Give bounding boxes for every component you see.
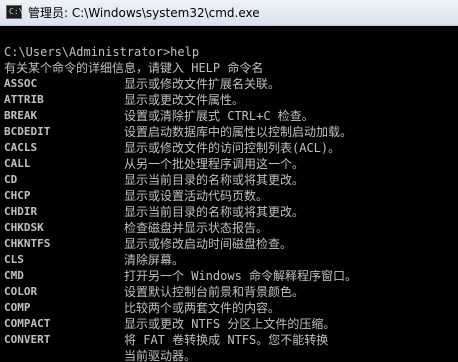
command-description: 显示或设置活动代码页数。 — [124, 189, 269, 203]
command-description: 打开另一个 Windows 命令解释程序窗口。 — [124, 269, 358, 283]
command-name: CD — [4, 173, 18, 186]
command-name: BCDEDIT — [4, 125, 51, 138]
command-name: ASSOC — [4, 77, 38, 90]
cmd-icon[interactable]: C:\ — [6, 5, 24, 19]
command-name: CHKDSK — [4, 221, 44, 234]
command-description: 显示或更改文件属性。 — [124, 93, 245, 107]
command-description: 设置默认控制台前景和背景颜色。 — [124, 285, 305, 299]
command-name: COLOR — [4, 285, 38, 298]
cmd-icon-glyph: C:\ — [9, 7, 24, 16]
window-title: 管理员: C:\Windows\system32\cmd.exe — [28, 6, 260, 20]
command-name: CHDIR — [4, 205, 38, 218]
command-name: CACLS — [4, 141, 38, 154]
console-output[interactable]: C:\Users\Administrator>help 有关某个命令的详细信息，… — [0, 26, 458, 362]
help-intro-line: 有关某个命令的详细信息，请键入 HELP 命令名 — [4, 61, 264, 75]
command-description: 清除屏幕。 — [124, 253, 185, 267]
command-name: BREAK — [4, 109, 38, 122]
command-description: 显示或修改启动时间磁盘检查。 — [124, 237, 293, 251]
command-name: ATTRIB — [4, 93, 44, 106]
command-name: CALL — [4, 157, 31, 170]
command-description: 显示或修改文件扩展名关联。 — [124, 77, 281, 91]
command-description: 从另一个批处理程序调用这一个。 — [124, 157, 305, 171]
command-name: CLS — [4, 253, 24, 266]
prompt-line: C:\Users\Administrator>help — [4, 45, 200, 59]
command-name: CHKNTFS — [4, 237, 51, 250]
command-name: COMPACT — [4, 317, 51, 330]
command-description: 检查磁盘并显示状态报告。 — [124, 221, 269, 235]
command-description: 设置或清除扩展式 CTRL+C 检查。 — [124, 109, 314, 123]
command-name: CMD — [4, 269, 24, 282]
command-description: 设置启动数据库中的属性以控制启动加载。 — [124, 125, 353, 139]
continuation-line: 当前驱动器。 — [124, 349, 197, 362]
command-description: 显示或修改文件的访问控制列表(ACL)。 — [124, 141, 341, 155]
title-bar[interactable]: C:\ 管理员: C:\Windows\system32\cmd.exe — [0, 0, 458, 26]
command-description: 比较两个或两套文件的内容。 — [124, 301, 281, 315]
command-name: CONVERT — [4, 333, 51, 346]
command-description: 显示当前目录的名称或将其更改。 — [124, 205, 305, 219]
command-name: COMP — [4, 301, 31, 314]
command-description: 显示或更改 NTFS 分区上文件的压缩。 — [124, 317, 336, 331]
command-description: 将 FAT 卷转换成 NTFS。您不能转换 — [124, 333, 329, 347]
command-description: 显示当前目录的名称或将其更改。 — [124, 173, 305, 187]
cmd-window: C:\ 管理员: C:\Windows\system32\cmd.exe C:\… — [0, 0, 458, 362]
command-name: CHCP — [4, 189, 31, 202]
